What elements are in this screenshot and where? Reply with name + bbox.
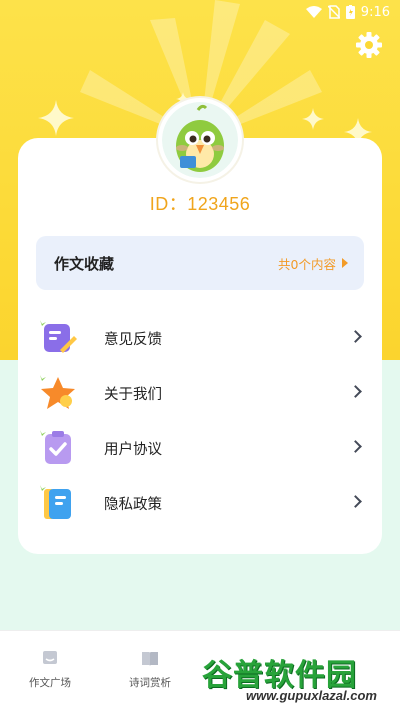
feedback-icon [40, 320, 77, 353]
chevron-right-icon [349, 495, 362, 508]
menu-label-about: 关于我们 [104, 386, 162, 403]
watermark: 谷普软件园 www.gupuxlazal.com [202, 650, 394, 708]
chevron-right-icon [349, 330, 362, 343]
menu-label-privacy-policy: 隐私政策 [104, 496, 162, 513]
no-sim-icon [327, 5, 340, 19]
tab-label: 作文广场 [29, 677, 71, 689]
menu-item-user-agreement[interactable]: 用户协议 [36, 424, 364, 472]
sparkle-icon [302, 108, 324, 130]
favorites-title: 作文收藏 [54, 254, 115, 273]
favorites-count: 共0个内容 [278, 254, 348, 273]
chat-bubble-icon [43, 651, 57, 664]
battery-icon [345, 5, 355, 19]
menu-item-about[interactable]: 关于我们 [36, 369, 364, 417]
triangle-right-icon [342, 258, 348, 268]
watermark-url: www.gupuxlazal.com [246, 688, 377, 703]
favorites-count-text: 共0个内容 [278, 256, 336, 272]
sparkle-icon [38, 100, 74, 136]
star-icon [40, 375, 75, 409]
bird-avatar-icon [162, 102, 238, 178]
status-time: 9:16 [360, 4, 390, 20]
menu-item-privacy-policy[interactable]: 隐私政策 [36, 479, 364, 527]
menu-label-feedback: 意见反馈 [104, 331, 162, 348]
favorites-entry[interactable]: 作文收藏 共0个内容 [36, 236, 364, 290]
status-bar: 9:16 [0, 0, 400, 24]
settings-gear-icon[interactable] [354, 30, 384, 60]
clipboard-check-icon [40, 430, 71, 464]
tab-essay-square[interactable]: 作文广场 [0, 631, 100, 712]
chevron-right-icon [349, 440, 362, 453]
notebook-icon [40, 485, 71, 519]
chevron-right-icon [349, 385, 362, 398]
menu-item-feedback[interactable]: 意见反馈 [36, 314, 364, 362]
menu-label-user-agreement: 用户协议 [104, 441, 162, 458]
user-id: ID：123456 [149, 194, 251, 214]
tab-label: 诗词赏析 [129, 677, 171, 689]
avatar[interactable] [158, 98, 242, 182]
wifi-icon [305, 6, 322, 18]
book-icon [142, 652, 158, 666]
tab-poetry[interactable]: 诗词赏析 [100, 631, 200, 712]
